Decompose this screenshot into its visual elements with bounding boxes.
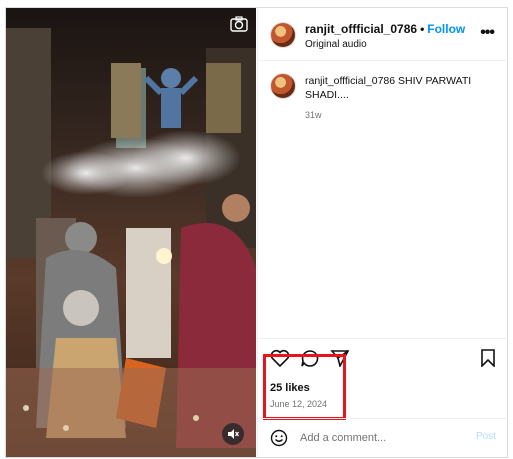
avatar[interactable] (270, 22, 296, 48)
mute-button[interactable] (222, 423, 244, 445)
bookmark-icon[interactable] (480, 349, 496, 367)
post-header: ranjit_offficial_0786 • Follow Original au… (258, 8, 508, 61)
post-video[interactable] (6, 8, 256, 457)
video-frame (6, 8, 256, 457)
comment-bar: Post (258, 418, 508, 457)
mute-icon (228, 429, 239, 439)
camera-icon (230, 16, 248, 32)
share-icon[interactable] (330, 349, 350, 367)
caption: ranjit_offficial_0786 SHIV PARWATI SHADI… (305, 74, 495, 102)
comment-icon[interactable] (300, 349, 320, 367)
follow-button[interactable]: Follow (427, 22, 465, 36)
caption-avatar[interactable] (270, 73, 296, 99)
username-link[interactable]: ranjit_offficial_0786 (305, 22, 417, 36)
separator-dot: • (420, 22, 425, 36)
post-date: June 12, 2024 (270, 399, 328, 409)
likes-count[interactable]: 25 likes (270, 382, 310, 394)
audio-label[interactable]: Original audio (305, 39, 367, 50)
post-comment-button[interactable]: Post (476, 431, 496, 442)
action-bar: 25 likes June 12, 2024 (258, 338, 508, 420)
post-details-panel: ranjit_offficial_0786 • Follow Original au… (257, 8, 508, 457)
emoji-icon[interactable] (270, 429, 288, 447)
heart-icon[interactable] (270, 349, 290, 367)
header-user-line: ranjit_offficial_0786 • Follow (305, 22, 465, 36)
post-age: 31w (305, 110, 322, 120)
comment-input[interactable] (300, 429, 460, 447)
more-icon[interactable]: ••• (480, 25, 495, 41)
post-container: ranjit_offficial_0786 • Follow Original au… (5, 7, 508, 458)
caption-username[interactable]: ranjit_offficial_0786 (305, 75, 395, 87)
